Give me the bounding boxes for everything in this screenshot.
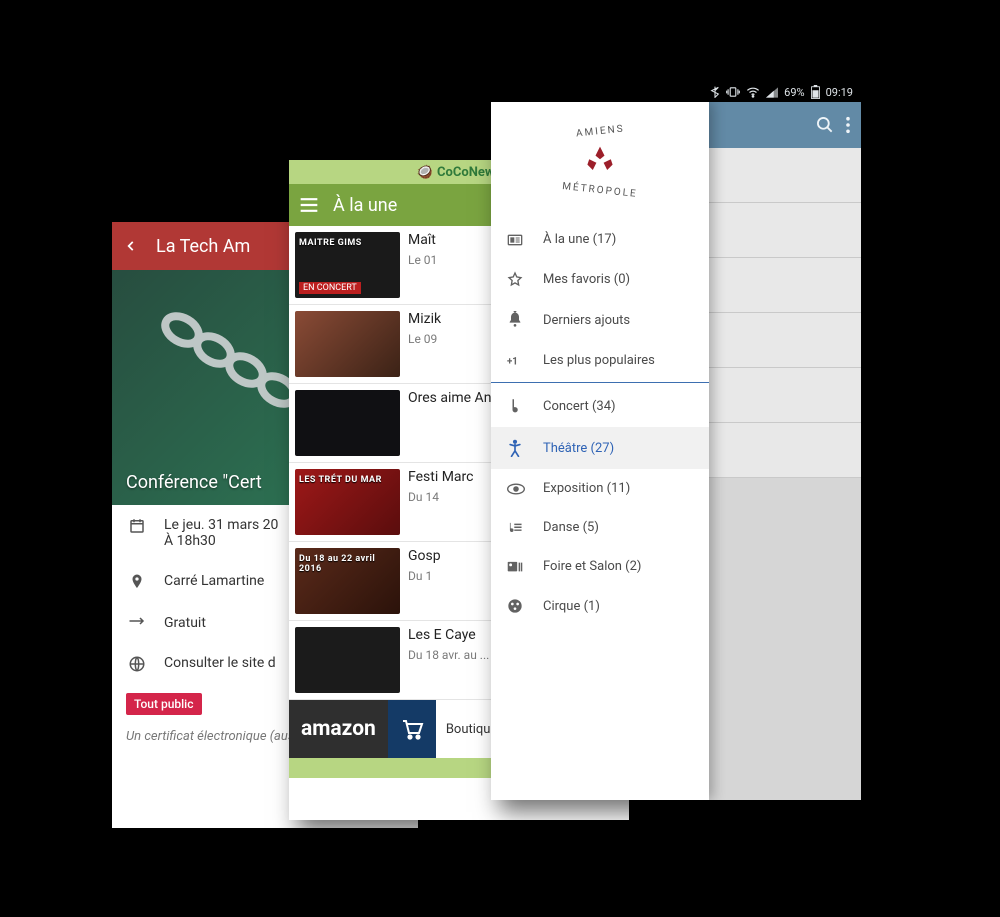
battery-text: 69% <box>784 86 804 99</box>
back-icon[interactable] <box>124 239 138 253</box>
playlist-icon <box>507 521 525 535</box>
thumbnail-image <box>295 311 400 377</box>
star-icon <box>507 271 525 287</box>
search-icon[interactable] <box>815 115 835 135</box>
drawer-item-label: Exposition (11) <box>543 481 630 496</box>
battery-icon <box>811 85 820 99</box>
drawer-logo: AMIENS MÉTROPOLE <box>491 102 709 220</box>
thumbnail-image <box>295 390 400 456</box>
film-reel-icon <box>507 598 525 614</box>
newspaper-icon <box>507 233 525 247</box>
drawer-item[interactable]: À la une (17) <box>491 220 709 259</box>
drawer-item[interactable]: Derniers ajouts <box>491 299 709 341</box>
music-note-icon <box>507 397 525 415</box>
signal-icon <box>766 87 778 98</box>
status-bar: 69% 09:19 <box>491 82 861 102</box>
drawer-item-label: Danse (5) <box>543 520 599 535</box>
drawer-item[interactable]: Exposition (11) <box>491 469 709 508</box>
arrow-right-icon <box>126 615 148 627</box>
audience-badge: Tout public <box>126 693 202 715</box>
vibrate-icon <box>726 86 740 98</box>
drawer-item-label: À la une (17) <box>543 232 616 247</box>
drawer-item-label: Cirque (1) <box>543 599 600 614</box>
bluetooth-icon <box>710 86 720 98</box>
drawer-item-label: Théâtre (27) <box>543 441 614 456</box>
contact-icon <box>507 560 525 574</box>
toolbar-title: À la une <box>333 195 397 216</box>
svg-text:+1: +1 <box>507 356 518 367</box>
drawer-item[interactable]: Théâtre (27) <box>491 427 709 469</box>
ad-brand: amazon <box>289 717 388 741</box>
wifi-icon <box>746 87 760 98</box>
toolbar-title: La Tech Am <box>156 236 250 257</box>
drawer-divider <box>491 382 709 383</box>
thumbnail-image: Du 18 au 22 avril 2016 <box>295 548 400 614</box>
navigation-drawer: AMIENS MÉTROPOLE À la une (17) Mes favori… <box>491 102 709 800</box>
thumbnail-image <box>295 627 400 693</box>
hero-title: Conférence "Cert <box>126 472 262 493</box>
calendar-icon <box>126 517 148 535</box>
drawer-item-label: Mes favoris (0) <box>543 272 630 287</box>
drawer-item[interactable]: +1 Les plus populaires <box>491 341 709 380</box>
person-icon <box>507 439 525 457</box>
drawer-item-label: Foire et Salon (2) <box>543 559 641 574</box>
location-icon <box>126 573 148 591</box>
globe-icon <box>126 655 148 673</box>
thumbnail-image: LES TRÉT DU MAR <box>295 469 400 535</box>
eye-icon <box>507 483 525 495</box>
bell-add-icon <box>507 311 525 329</box>
drawer-item[interactable]: Concert (34) <box>491 385 709 427</box>
drawer-item[interactable]: Foire et Salon (2) <box>491 547 709 586</box>
hamburger-icon[interactable] <box>299 197 319 213</box>
drawer-item-label: Concert (34) <box>543 399 616 414</box>
drawer-item[interactable]: Cirque (1) <box>491 586 709 626</box>
drawer-item[interactable]: Mes favoris (0) <box>491 259 709 299</box>
drawer-item[interactable]: Danse (5) <box>491 508 709 547</box>
drawer-item-label: Les plus populaires <box>543 353 655 368</box>
drawer-item-label: Derniers ajouts <box>543 313 630 328</box>
screen-drawer: 69% 09:19 s morceaux de vie - 2016 ureau… <box>491 82 861 800</box>
cart-icon <box>388 700 436 758</box>
status-time: 09:19 <box>826 86 853 99</box>
plus-one-icon: +1 <box>507 354 525 368</box>
thumbnail-image: MAITRE GIMSEN CONCERT <box>295 232 400 298</box>
overflow-icon[interactable] <box>845 116 851 134</box>
